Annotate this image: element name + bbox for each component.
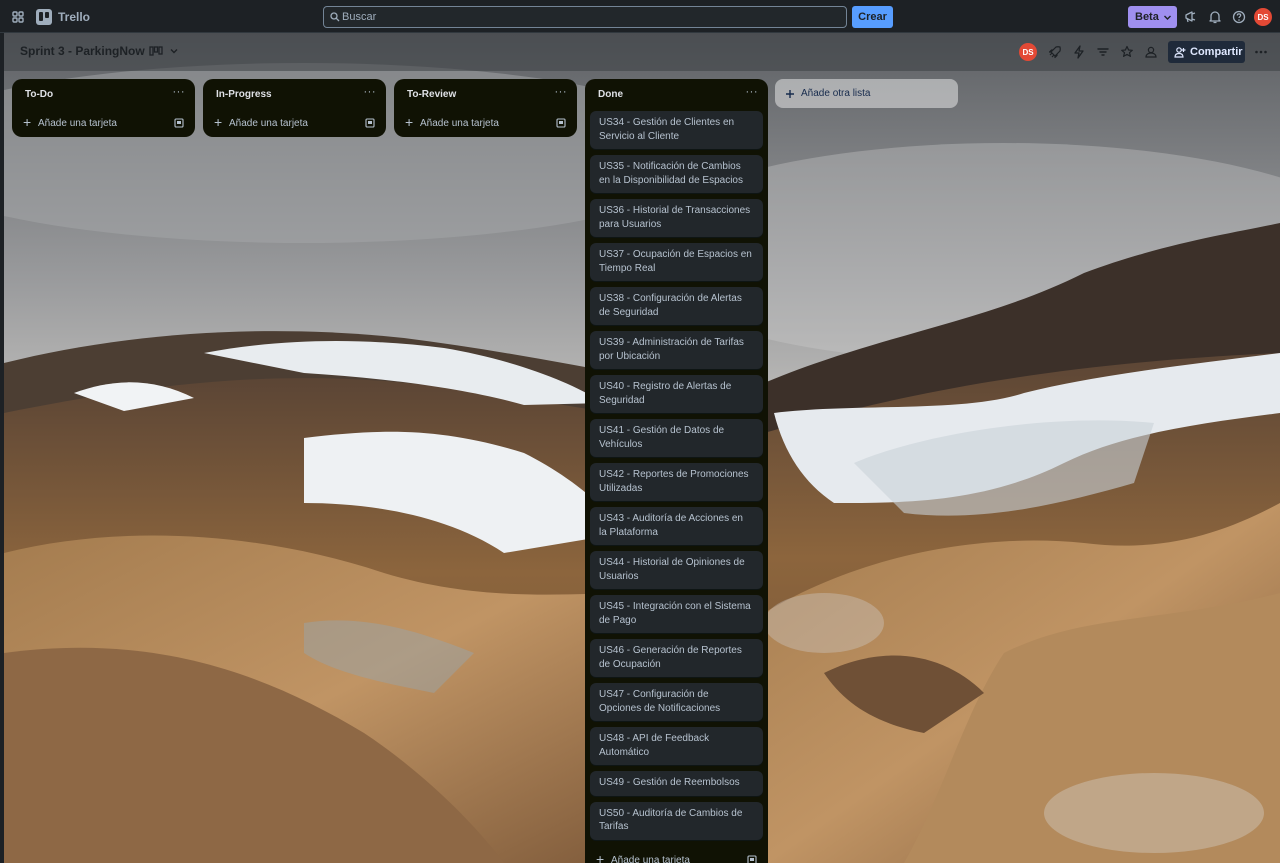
- add-card-label: Añade una tarjeta: [38, 118, 117, 129]
- card[interactable]: US50 - Auditoría de Cambios de Tarifas: [590, 801, 763, 840]
- chevron-down-icon: [1163, 15, 1171, 20]
- card[interactable]: US34 - Gestión de Clientes en Servicio a…: [590, 111, 763, 149]
- star-icon[interactable]: [1119, 44, 1135, 60]
- add-card-button[interactable]: + Añade una tarjeta: [12, 109, 195, 137]
- plus-icon: [786, 89, 794, 98]
- search-icon: [330, 12, 340, 22]
- list-header: To-Review ···: [394, 79, 577, 109]
- people-icon[interactable]: [1143, 44, 1159, 60]
- card[interactable]: US43 - Auditoría de Acciones en la Plata…: [590, 507, 763, 545]
- plus-icon: +: [214, 114, 223, 130]
- plus-icon: +: [596, 850, 605, 863]
- card[interactable]: US36 - Historial de Transacciones para U…: [590, 199, 763, 237]
- top-navigation-bar: Trello Crear Beta DS: [0, 0, 1280, 33]
- beta-button[interactable]: Beta: [1128, 6, 1177, 28]
- beta-label: Beta: [1135, 11, 1159, 23]
- filter-icon[interactable]: [1095, 44, 1111, 60]
- card[interactable]: US47 - Configuración de Opciones de Noti…: [590, 683, 763, 721]
- board-title[interactable]: Sprint 3 - ParkingNow: [20, 44, 145, 58]
- card[interactable]: US45 - Integración con el Sistema de Pag…: [590, 595, 763, 633]
- search-input[interactable]: [342, 11, 846, 23]
- list-done[interactable]: Done ··· US34 - Gestión de Clientes en S…: [585, 79, 768, 863]
- board-view-switcher[interactable]: [149, 44, 179, 58]
- card[interactable]: US49 - Gestión de Reembolsos: [590, 771, 763, 796]
- megaphone-icon[interactable]: [1183, 9, 1199, 25]
- list-title[interactable]: In-Progress: [216, 89, 272, 100]
- board-view-icon: [149, 46, 163, 56]
- list-menu-button[interactable]: ···: [173, 86, 186, 98]
- card[interactable]: US44 - Historial de Opiniones de Usuario…: [590, 551, 763, 589]
- card-template-icon[interactable]: [365, 118, 375, 128]
- trello-logo-icon: [36, 9, 52, 25]
- add-card-label: Añade una tarjeta: [229, 118, 308, 129]
- list-menu-button[interactable]: ···: [364, 86, 377, 98]
- add-card-label: Añade una tarjeta: [420, 118, 499, 129]
- more-icon[interactable]: [1253, 44, 1269, 60]
- share-button[interactable]: Compartir: [1168, 41, 1245, 63]
- list-to-do[interactable]: To-Do ··· + Añade una tarjeta: [12, 79, 195, 137]
- card[interactable]: US39 - Administración de Tarifas por Ubi…: [590, 331, 763, 369]
- card[interactable]: US37 - Ocupación de Espacios en Tiempo R…: [590, 243, 763, 281]
- card-list: US34 - Gestión de Clientes en Servicio a…: [585, 109, 768, 840]
- card-template-icon[interactable]: [747, 854, 757, 863]
- add-list-button[interactable]: Añade otra lista: [775, 79, 958, 108]
- list-header: In-Progress ···: [203, 79, 386, 109]
- trello-home-link[interactable]: Trello: [36, 9, 90, 25]
- share-label: Compartir: [1190, 46, 1243, 58]
- card[interactable]: US38 - Configuración de Alertas de Segur…: [590, 287, 763, 325]
- app-name: Trello: [58, 10, 91, 24]
- search-box[interactable]: [323, 6, 847, 28]
- card-template-icon[interactable]: [174, 118, 184, 128]
- plus-icon: +: [405, 114, 414, 130]
- card[interactable]: US46 - Generación de Reportes de Ocupaci…: [590, 639, 763, 677]
- grid-icon[interactable]: [10, 9, 26, 25]
- help-icon[interactable]: [1231, 9, 1247, 25]
- card[interactable]: US48 - API de Feedback Automático: [590, 727, 763, 765]
- add-card-button[interactable]: + Añade una tarjeta: [203, 109, 386, 137]
- add-list-label: Añade otra lista: [801, 88, 871, 99]
- card[interactable]: US42 - Reportes de Promociones Utilizada…: [590, 463, 763, 501]
- bell-icon[interactable]: [1207, 9, 1223, 25]
- list-title[interactable]: To-Review: [407, 89, 456, 100]
- list-menu-button[interactable]: ···: [746, 86, 759, 98]
- add-card-button[interactable]: + Añade una tarjeta: [394, 109, 577, 137]
- list-menu-button[interactable]: ···: [555, 86, 568, 98]
- plus-icon: +: [23, 114, 32, 130]
- list-title[interactable]: Done: [598, 89, 623, 100]
- add-card-label: Añade una tarjeta: [611, 854, 690, 863]
- card[interactable]: US40 - Registro de Alertas de Seguridad: [590, 375, 763, 413]
- list-header: To-Do ···: [12, 79, 195, 109]
- card[interactable]: US41 - Gestión de Datos de Vehículos: [590, 419, 763, 457]
- list-title[interactable]: To-Do: [25, 89, 53, 100]
- add-person-icon: [1174, 47, 1186, 58]
- create-button[interactable]: Crear: [852, 6, 893, 28]
- list-header: Done ···: [585, 79, 768, 109]
- lightning-icon[interactable]: [1071, 44, 1087, 60]
- card-template-icon[interactable]: [556, 118, 566, 128]
- list-to-review[interactable]: To-Review ··· + Añade una tarjeta: [394, 79, 577, 137]
- chevron-down-icon: [170, 49, 178, 54]
- add-card-button[interactable]: + Añade una tarjeta: [585, 846, 768, 863]
- card[interactable]: US35 - Notificación de Cambios en la Dis…: [590, 155, 763, 193]
- list-in-progress[interactable]: In-Progress ··· + Añade una tarjeta: [203, 79, 386, 137]
- rocket-icon[interactable]: [1047, 44, 1063, 60]
- board-member-avatar[interactable]: DS: [1019, 43, 1037, 61]
- board-header: [4, 33, 1280, 71]
- user-avatar[interactable]: DS: [1254, 8, 1272, 26]
